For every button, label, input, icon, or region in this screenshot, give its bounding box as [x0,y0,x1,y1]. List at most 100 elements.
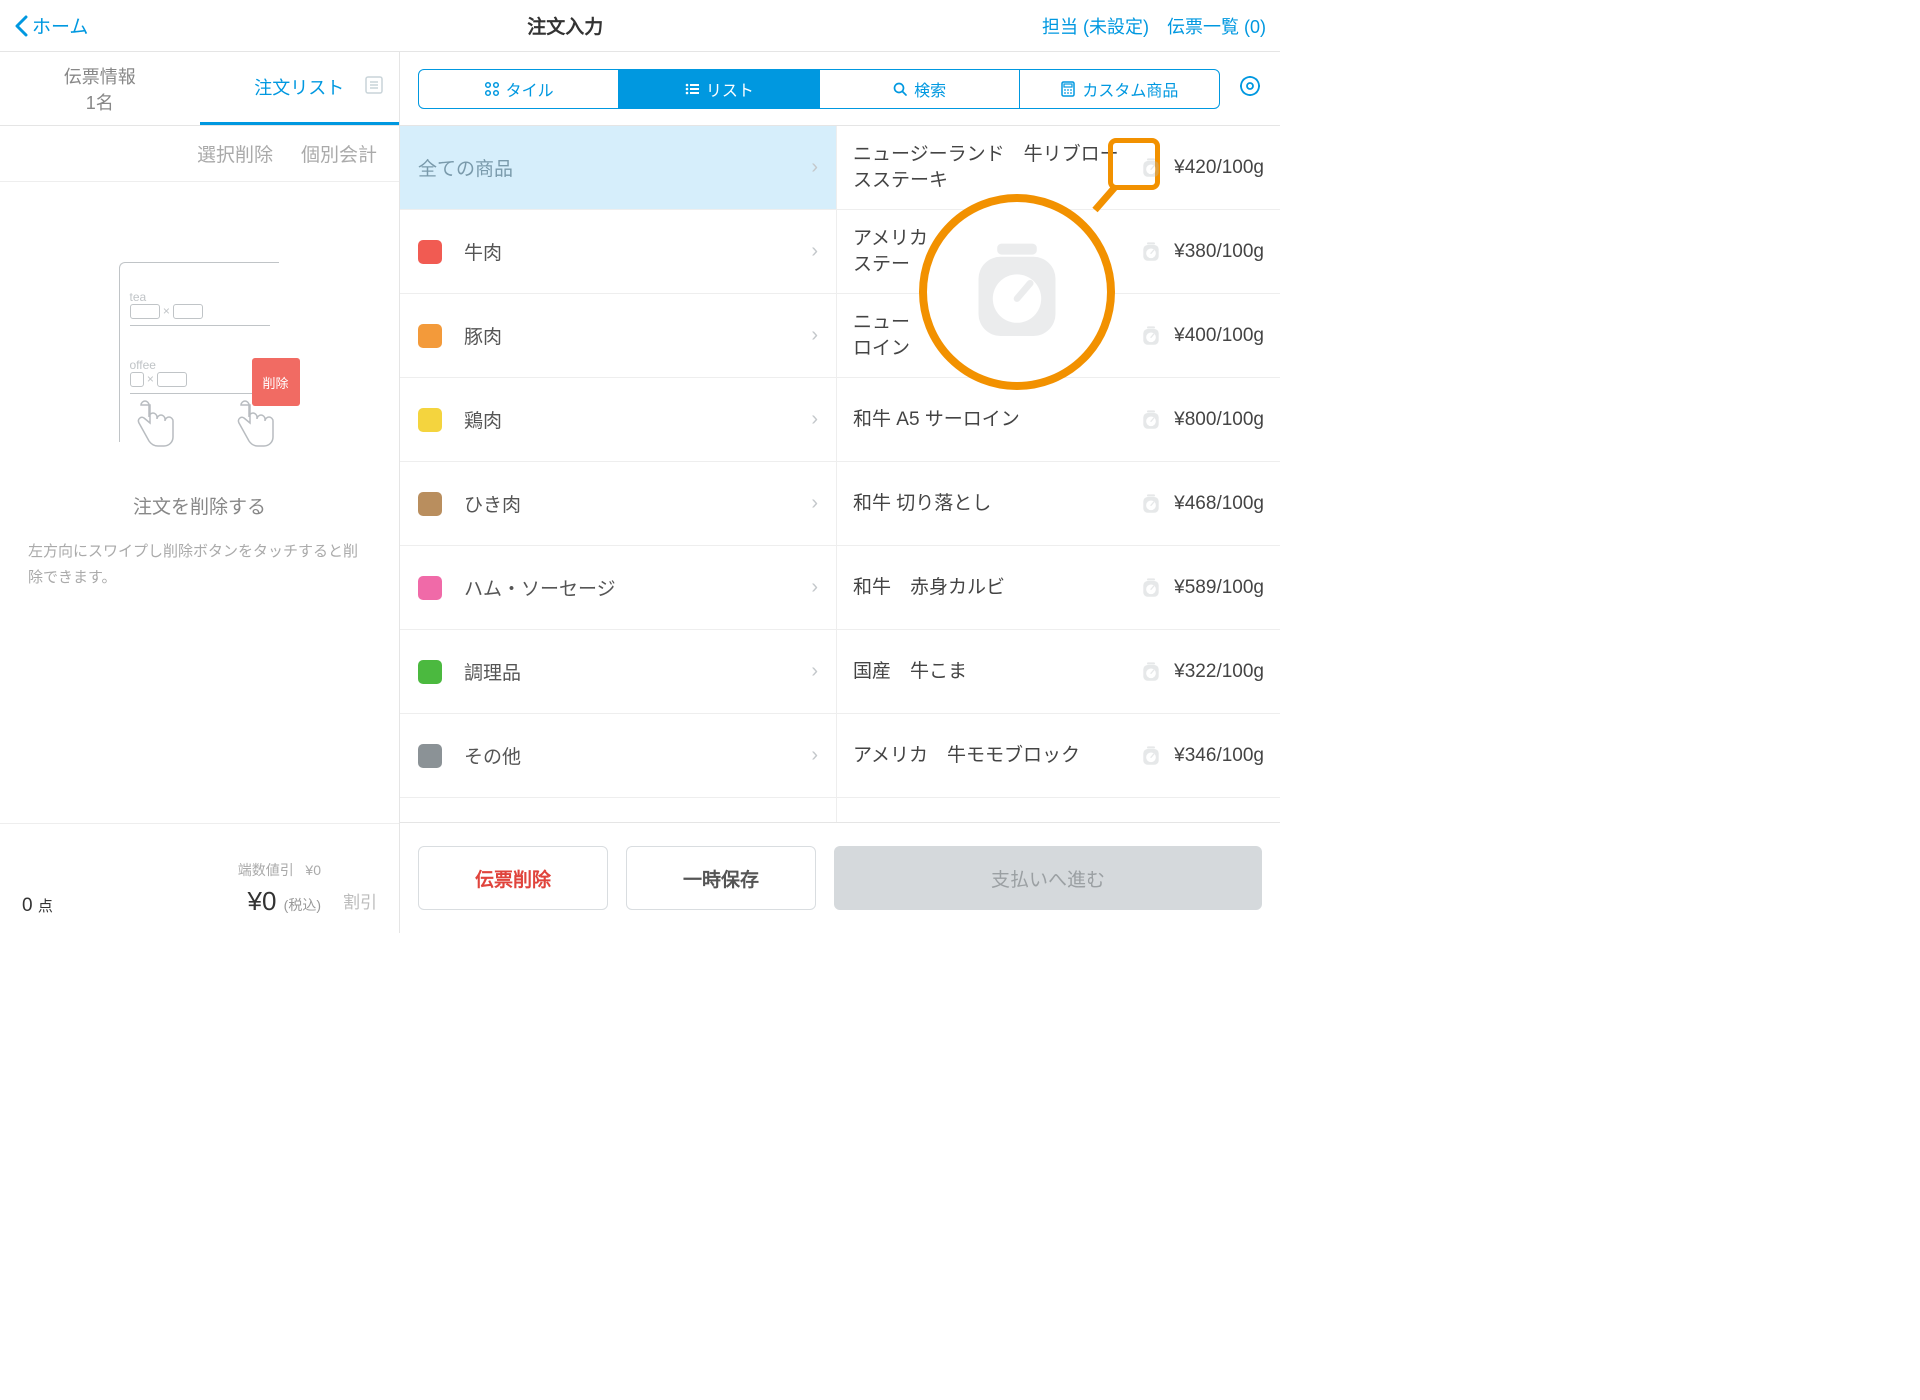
tab-slip-info-l2: 1名 [86,89,114,115]
total-suffix: (税込) [284,897,321,913]
seg-search-label: 検索 [914,77,946,101]
category-all[interactable]: 全ての商品 › [400,126,836,210]
product-name: アメリカステー [853,226,1140,277]
slip-list-link[interactable]: 伝票一覧 (0) [1167,13,1266,39]
product-row[interactable]: ニューロイン¥400/100g [837,294,1280,378]
seg-custom-label: カスタム商品 [1082,77,1178,101]
assignee-link[interactable]: 担当 (未設定) [1042,13,1149,39]
product-name: ニュージーランド 牛リブロースステーキ [853,142,1140,193]
seg-tile-label: タイル [506,77,554,101]
settings-button[interactable] [1238,74,1262,103]
diag-coffee-label: offee [130,358,156,372]
chevron-right-icon: › [811,156,818,179]
category-row[interactable]: 鶏肉› [400,378,836,462]
chevron-right-icon: › [811,744,818,767]
category-label: 牛肉 [464,238,811,265]
product-row[interactable]: 国産 牛こま ¥322/100g [837,630,1280,714]
tab-slip-info[interactable]: 伝票情報 1名 [0,52,200,125]
product-name: ニューロイン [853,310,1140,361]
chevron-right-icon: › [811,408,818,431]
color-swatch [418,744,442,768]
product-name: 和牛 切り落とし [853,491,1140,517]
tab-order-list-label: 注文リスト [254,74,344,100]
product-row[interactable]: アメリカ 牛モモブロック ¥346/100g [837,714,1280,798]
total-amount: ¥0 (税込) [238,886,321,917]
category-row[interactable]: 調理品› [400,630,836,714]
product-name: 和牛 赤身カルビ [853,575,1140,601]
seg-custom[interactable]: カスタム商品 [1020,70,1219,108]
color-swatch [418,408,442,432]
gear-icon [1238,74,1262,98]
product-price: ¥420/100g [1174,157,1264,179]
delete-slip-button[interactable]: 伝票削除 [418,846,608,910]
rounding-discount-val: ¥0 [305,862,321,878]
scale-icon [1140,493,1162,515]
rounding-discount-label: 端数値引 [238,862,294,878]
scale-icon [1140,409,1162,431]
product-row[interactable]: 和牛 赤身カルビ ¥589/100g [837,546,1280,630]
product-row[interactable]: 和牛 切り落とし ¥468/100g [837,462,1280,546]
scale-icon [1140,325,1162,347]
chevron-right-icon: › [811,492,818,515]
hand-icon [230,397,276,457]
category-row[interactable]: 牛肉› [400,210,836,294]
product-price: ¥346/100g [1174,745,1264,767]
category-row[interactable]: ハム・ソーセージ› [400,546,836,630]
product-name: 和牛 A5 サーロイン [853,407,1140,433]
scale-icon [1140,241,1162,263]
tile-icon [484,81,500,97]
category-label: 豚肉 [464,322,811,349]
category-row[interactable]: ひき肉› [400,462,836,546]
color-swatch [418,660,442,684]
category-all-label: 全ての商品 [418,154,811,181]
page-title: 注文入力 [88,12,1042,39]
chevron-right-icon: › [811,576,818,599]
category-row[interactable]: 豚肉› [400,294,836,378]
seg-list[interactable]: リスト [619,70,819,108]
category-label: 鶏肉 [464,406,811,433]
product-price: ¥468/100g [1174,493,1264,515]
split-bill[interactable]: 個別会計 [301,140,377,167]
hand-icon [130,397,176,457]
discount-btn[interactable]: 割引 [343,888,377,913]
list-icon [684,81,700,97]
scale-icon [1140,661,1162,683]
item-count-unit: 点 [38,898,53,915]
color-swatch [418,240,442,264]
search-icon [892,81,908,97]
product-row[interactable]: アメリカステー¥380/100g [837,210,1280,294]
product-name: 国産 牛こま [853,659,1140,685]
select-delete[interactable]: 選択削除 [197,140,273,167]
product-row[interactable]: ニュージーランド 牛リブロースステーキ ¥420/100g [837,126,1280,210]
chevron-left-icon [14,15,28,37]
help-title: 注文を削除する [133,492,266,519]
category-label: 調理品 [464,658,811,685]
rounding-discount: 端数値引 ¥0 [238,860,321,880]
product-price: ¥800/100g [1174,409,1264,431]
chevron-right-icon: › [811,240,818,263]
product-row[interactable]: アメリカ 牛切り落とし¥338/100g [837,798,1280,822]
diag-tea-label: tea [130,290,147,304]
hold-button[interactable]: 一時保存 [626,846,816,910]
scale-icon [1140,157,1162,179]
scale-icon [1140,745,1162,767]
back-button[interactable]: ホーム [14,12,88,39]
total-val: ¥0 [248,886,277,916]
tab-order-list[interactable]: 注文リスト [200,52,400,125]
seg-list-label: リスト [706,77,754,101]
product-price: ¥589/100g [1174,577,1264,599]
item-count-val: 0 [22,895,33,916]
proceed-payment-button[interactable]: 支払いへ進む [834,846,1262,910]
product-price: ¥322/100g [1174,661,1264,683]
swipe-diagram: tea × offee × 削除 [110,262,290,462]
product-row[interactable]: 和牛 A5 サーロイン ¥800/100g [837,378,1280,462]
seg-tile[interactable]: タイル [419,70,619,108]
product-name: アメリカ 牛モモブロック [853,743,1140,769]
seg-search[interactable]: 検索 [820,70,1020,108]
list-icon [364,75,384,100]
category-label: その他 [464,742,811,769]
chevron-right-icon: › [811,324,818,347]
tab-slip-info-l1: 伝票情報 [64,63,136,89]
category-row[interactable]: その他› [400,714,836,798]
chevron-right-icon: › [811,660,818,683]
